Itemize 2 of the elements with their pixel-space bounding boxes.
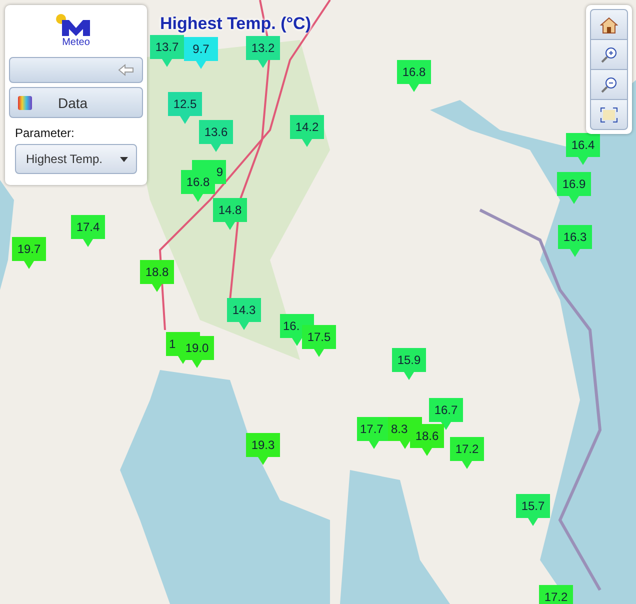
logo-text: Meteo — [62, 37, 90, 48]
parameter-label: Parameter: — [15, 126, 76, 140]
